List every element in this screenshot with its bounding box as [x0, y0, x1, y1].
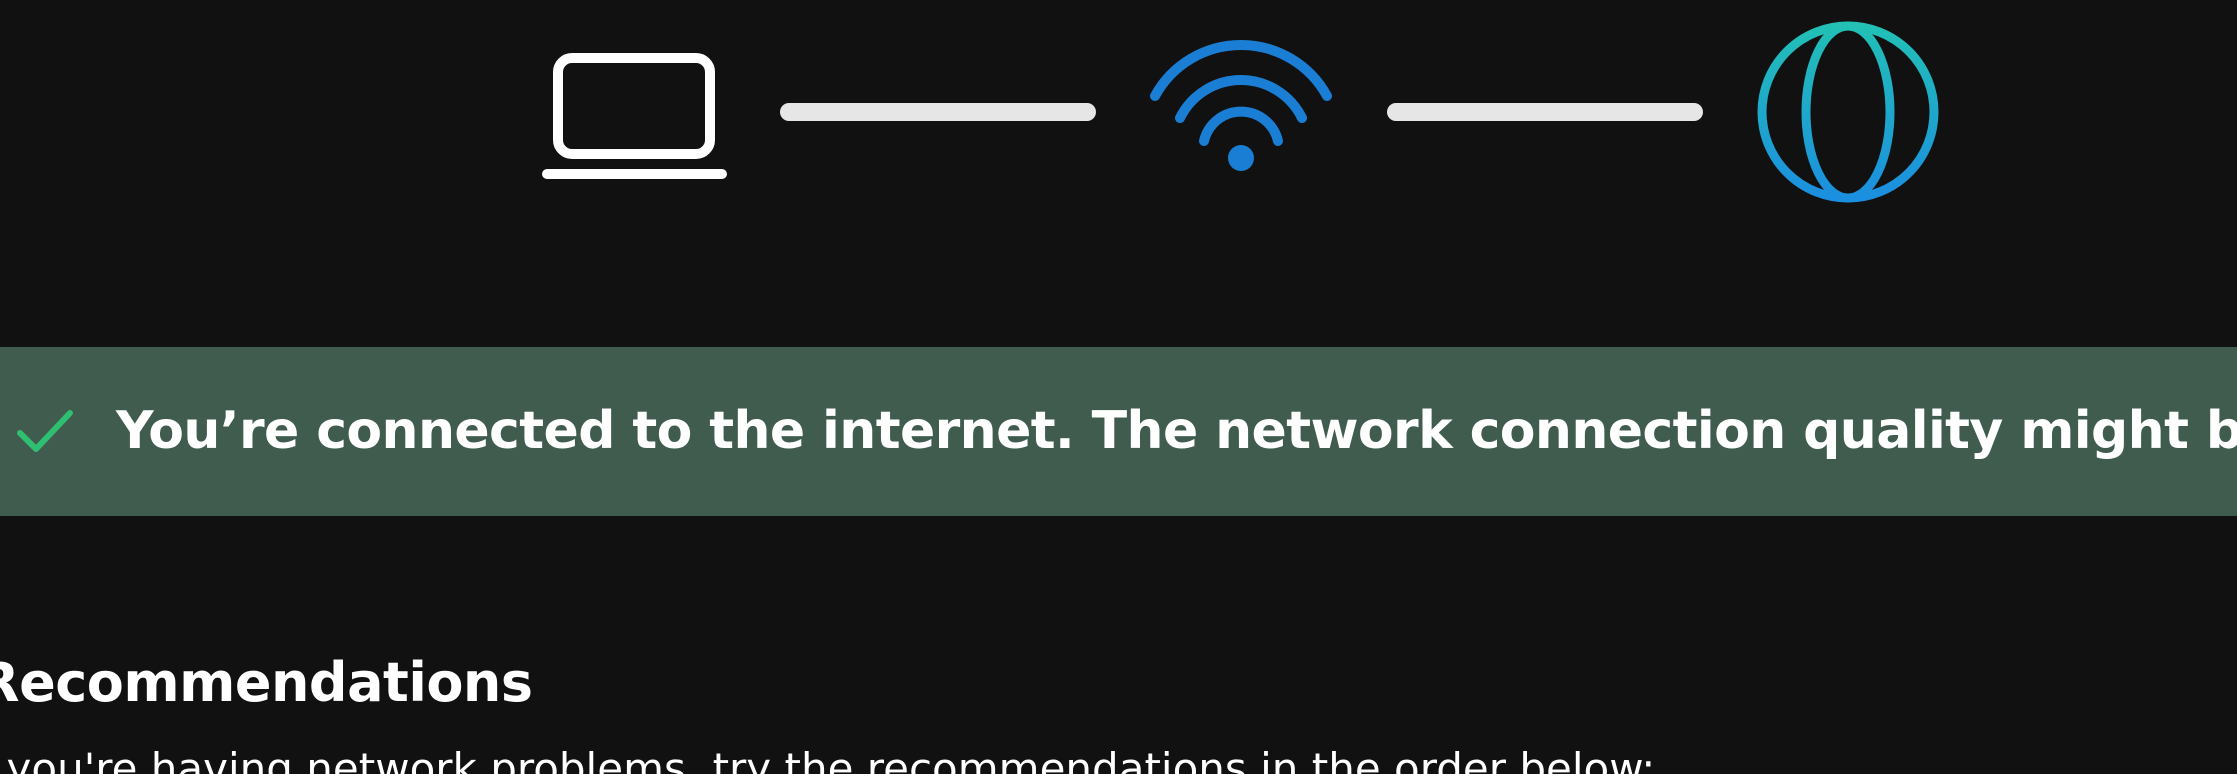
wifi-icon [1150, 39, 1332, 171]
network-troubleshooter: You’re connected to the internet. The ne… [0, 0, 2237, 774]
connection-status-message: You’re connected to the internet. The ne… [116, 401, 2237, 461]
checkmark-icon [17, 410, 73, 452]
connection-diagram-graphic [542, 21, 1939, 203]
recommendations-intro: If you're having network problems, try t… [0, 744, 1656, 774]
connection-status-banner: You’re connected to the internet. The ne… [0, 347, 2237, 516]
globe-icon [1757, 21, 1939, 203]
laptop-icon [542, 53, 727, 179]
recommendations-heading: Recommendations [0, 651, 533, 714]
connection-diagram [0, 0, 2237, 220]
